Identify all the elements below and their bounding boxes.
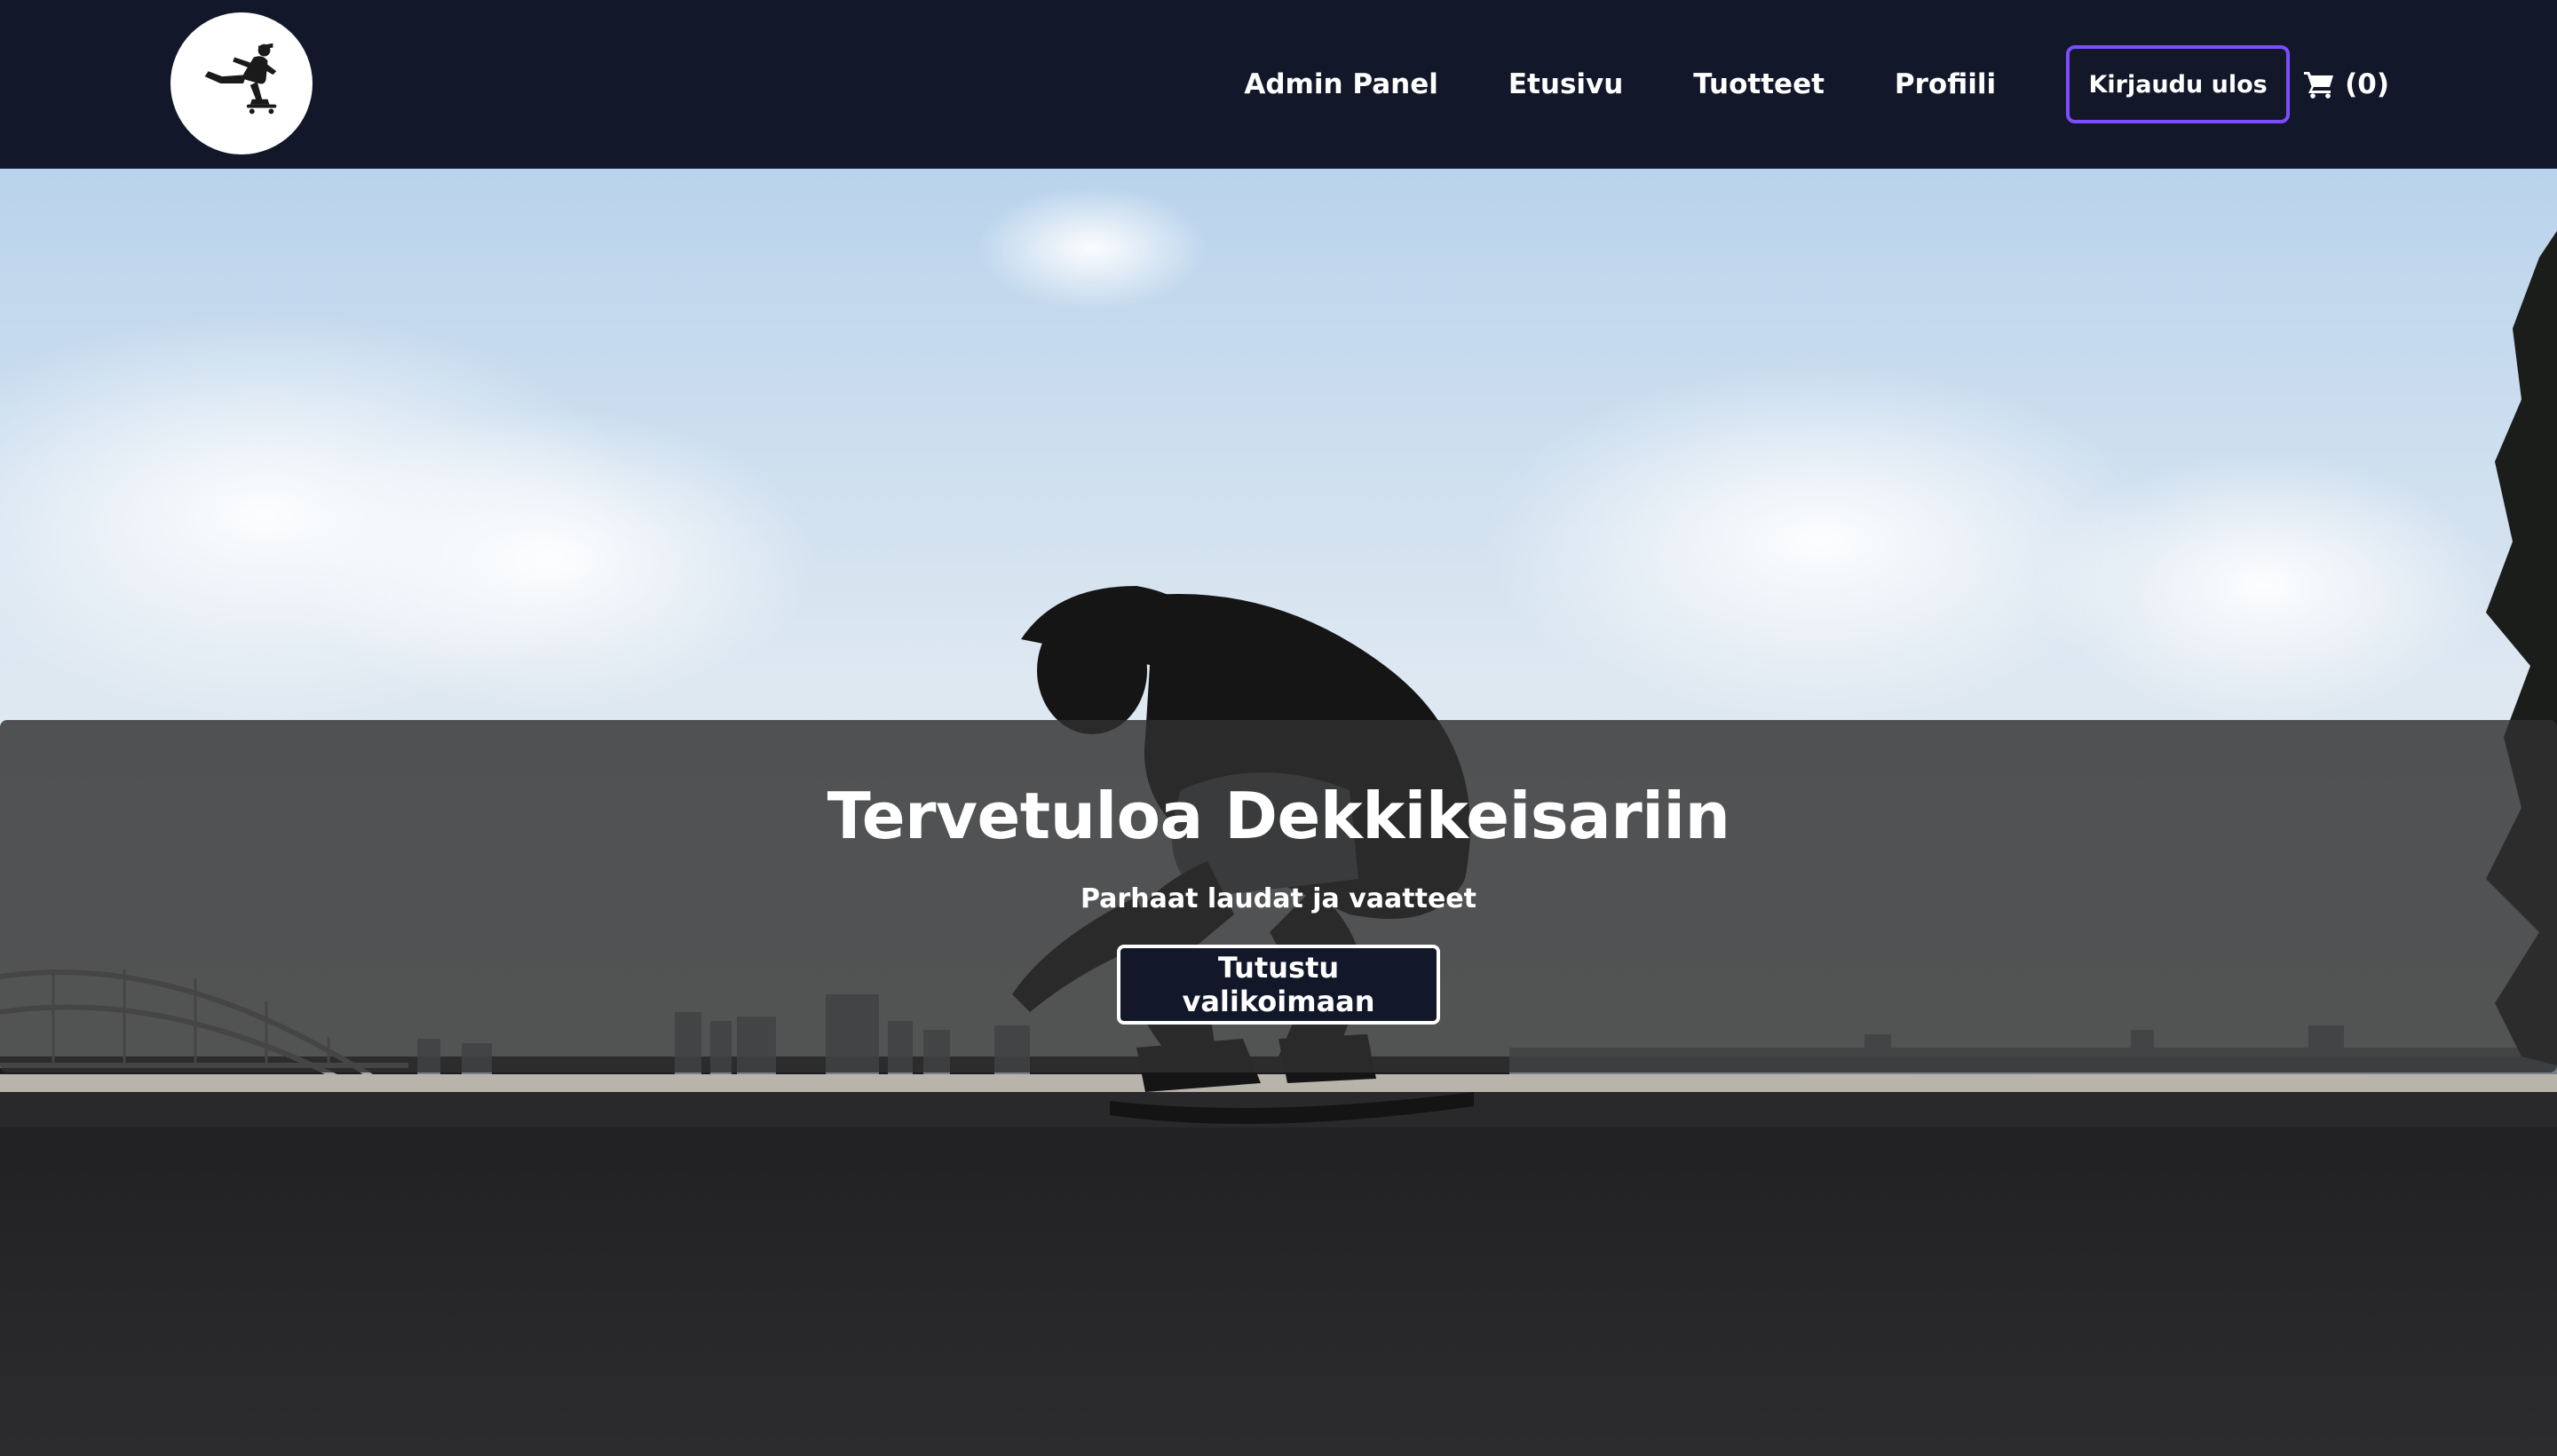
logout-button[interactable]: Kirjaudu ulos xyxy=(2066,45,2291,123)
hero-section: Tervetuloa Dekkikeisariin Parhaat laudat… xyxy=(0,169,2557,1456)
browse-collection-button[interactable]: Tutustu valikoimaan xyxy=(1117,945,1440,1025)
skateboarder-logo-icon xyxy=(204,43,277,115)
nav-link-home[interactable]: Etusivu xyxy=(1508,68,1623,100)
cart-link[interactable]: (0) xyxy=(2304,68,2389,100)
hero-overlay: Tervetuloa Dekkikeisariin Parhaat laudat… xyxy=(0,720,2557,1072)
cart-count: (0) xyxy=(2345,68,2389,100)
hero-title: Tervetuloa Dekkikeisariin xyxy=(827,779,1730,853)
navbar: Admin Panel Etusivu Tuotteet Profiili Ki… xyxy=(0,0,2557,169)
main-nav: Admin Panel Etusivu Tuotteet Profiili Ki… xyxy=(1244,0,2389,169)
hero-subtitle: Parhaat laudat ja vaatteet xyxy=(1081,883,1476,914)
cart-icon xyxy=(2304,72,2334,99)
logo[interactable] xyxy=(170,12,313,154)
nav-link-admin-panel[interactable]: Admin Panel xyxy=(1244,68,1438,100)
nav-link-profile[interactable]: Profiili xyxy=(1895,68,1996,100)
nav-link-products[interactable]: Tuotteet xyxy=(1693,68,1825,100)
